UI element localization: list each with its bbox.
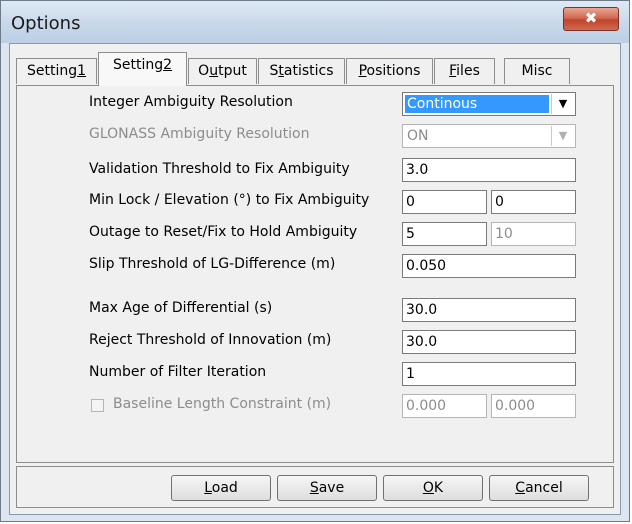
tab-label: Misc: [521, 63, 553, 79]
glonass-ambiguity-label: GLONASS Ambiguity Resolution: [89, 126, 310, 142]
save-accelerator: S: [309, 480, 319, 496]
close-icon: ✖: [584, 9, 598, 27]
chevron-down-icon[interactable]: ▼: [551, 94, 574, 114]
ok-label: K: [433, 480, 444, 496]
tab-strip: Setting1 Setting2 Output Statistics Posi…: [16, 52, 616, 86]
load-button[interactable]: Load: [171, 475, 271, 501]
integer-ambiguity-label: Integer Ambiguity Resolution: [89, 94, 293, 110]
tab-output[interactable]: Output: [188, 58, 257, 84]
cancel-accelerator: C: [515, 480, 526, 496]
tab-accelerator: P: [358, 63, 367, 79]
load-accelerator: L: [204, 480, 212, 496]
baseline-sigma-input[interactable]: 0.000: [491, 394, 576, 418]
glonass-ambiguity-value: ON: [407, 128, 429, 144]
fix-to-hold-input[interactable]: 10: [491, 222, 576, 246]
tab-misc[interactable]: Misc: [504, 58, 570, 84]
reject-threshold-label: Reject Threshold of Innovation (m): [89, 332, 332, 348]
load-label: oad: [211, 480, 238, 496]
window-title: Options: [11, 13, 81, 34]
tab-accelerator: u: [209, 63, 219, 79]
cancel-label: ancel: [525, 480, 563, 496]
outage-label: Outage to Reset/Fix to Hold Ambiguity: [89, 224, 358, 240]
glonass-ambiguity-select[interactable]: ON ▼: [402, 124, 576, 148]
max-age-input[interactable]: 30.0: [402, 298, 576, 322]
tab-files[interactable]: Files: [434, 58, 495, 84]
options-dialog: Options ✖ Setting1 Setting2 Output Stati…: [0, 0, 630, 522]
ok-button[interactable]: OK: [383, 475, 483, 501]
validation-threshold-label: Validation Threshold to Fix Ambiguity: [89, 161, 350, 177]
filter-iteration-input[interactable]: 1: [402, 362, 576, 386]
save-label: ave: [318, 480, 345, 496]
validation-threshold-input[interactable]: 3.0: [402, 158, 576, 182]
title-bar[interactable]: Options ✖: [1, 1, 629, 43]
min-lock-input[interactable]: 0: [402, 190, 487, 214]
max-age-label: Max Age of Differential (s): [89, 300, 273, 316]
integer-ambiguity-value: Continous: [405, 95, 549, 113]
tab-label: Setting: [112, 57, 164, 73]
filter-iteration-label: Number of Filter Iteration: [89, 364, 267, 380]
tab-accelerator: 1: [77, 63, 87, 79]
dialog-body: Setting1 Setting2 Output Statistics Posi…: [9, 43, 621, 515]
reject-threshold-input[interactable]: 30.0: [402, 330, 576, 354]
tab-positions[interactable]: Positions: [346, 58, 433, 84]
baseline-length-input[interactable]: 0.000: [402, 394, 487, 418]
min-lock-label: Min Lock / Elevation (°) to Fix Ambiguit…: [89, 192, 370, 208]
tab-label: O: [198, 63, 210, 79]
cancel-button[interactable]: Cancel: [489, 475, 589, 501]
save-button[interactable]: Save: [277, 475, 377, 501]
outage-reset-input[interactable]: 5: [402, 222, 487, 246]
baseline-constraint-label: Baseline Length Constraint (m): [113, 396, 332, 412]
ok-accelerator: O: [422, 480, 434, 496]
tab-label-rest: ositions: [366, 63, 421, 79]
baseline-constraint-checkbox[interactable]: [91, 399, 104, 412]
slip-threshold-label: Slip Threshold of LG-Difference (m): [89, 256, 336, 272]
integer-ambiguity-select[interactable]: Continous ▼: [402, 92, 576, 116]
tab-accelerator: 2: [163, 57, 173, 73]
tab-label: Setting: [26, 63, 78, 79]
tab-label-rest: tput: [218, 63, 247, 79]
tab-label-rest: iles: [456, 63, 480, 79]
tab-label-rest: atistics: [283, 63, 334, 79]
tab-statistics[interactable]: Statistics: [258, 58, 345, 84]
button-bar: Load Save OK Cancel: [16, 466, 614, 508]
slip-threshold-input[interactable]: 0.050: [402, 254, 576, 278]
close-button[interactable]: ✖: [563, 7, 619, 31]
chevron-down-icon[interactable]: ▼: [551, 126, 574, 146]
tab-setting1[interactable]: Setting1: [16, 58, 97, 84]
setting2-panel: Integer Ambiguity Resolution Continous ▼…: [16, 85, 614, 463]
tab-setting2[interactable]: Setting2: [98, 52, 187, 86]
min-elevation-input[interactable]: 0: [491, 190, 576, 214]
